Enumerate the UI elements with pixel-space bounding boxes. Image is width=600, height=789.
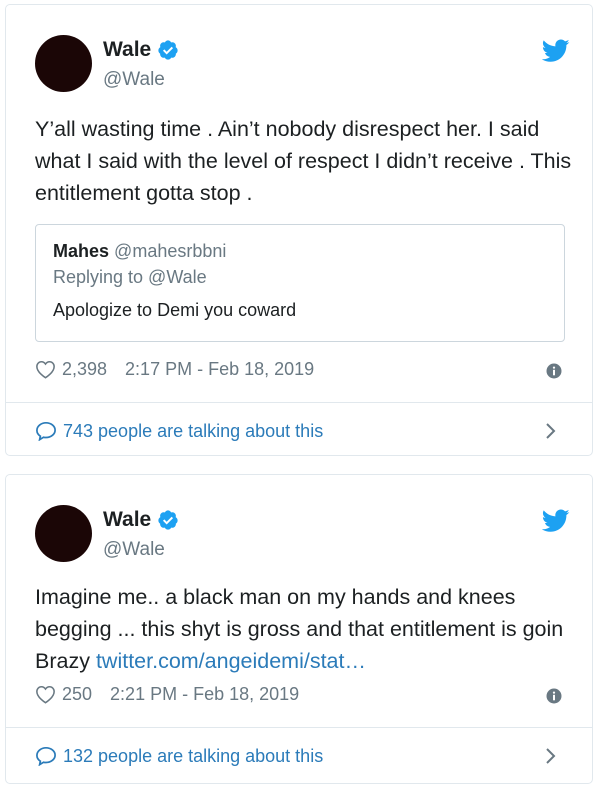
like-count[interactable]: 2,398 — [62, 359, 107, 380]
avatar[interactable] — [35, 35, 92, 92]
author-name-row: Wale — [103, 508, 179, 532]
twitter-bird-icon[interactable] — [542, 39, 570, 63]
speech-bubble-icon — [36, 746, 56, 766]
quoted-tweet[interactable]: Mahes @mahesrbbni Replying to @Wale Apol… — [35, 224, 565, 342]
quoted-author-name: Mahes — [53, 241, 110, 261]
heart-icon[interactable] — [35, 360, 56, 379]
chevron-right-icon — [546, 423, 556, 439]
quoted-replying-to: Replying to @Wale — [53, 267, 207, 287]
tweet-meta: 2,398 2:17 PM - Feb 18, 2019 — [35, 359, 314, 380]
chevron-right-icon — [546, 748, 556, 764]
tweet-link[interactable]: twitter.com/angeidemi/stat… — [96, 649, 366, 673]
conversation-link[interactable]: 132 people are talking about this — [6, 730, 592, 782]
info-icon[interactable] — [546, 688, 562, 704]
tweet-timestamp[interactable]: 2:17 PM - Feb 18, 2019 — [125, 359, 314, 380]
tweet-card[interactable]: Wale @Wale Y’all wasting time . Ain’t no… — [5, 4, 593, 456]
conversation-link[interactable]: 743 people are talking about this — [6, 405, 592, 457]
heart-icon[interactable] — [35, 685, 56, 704]
talking-count-text[interactable]: 132 people are talking about this — [63, 746, 323, 767]
info-icon[interactable] — [546, 363, 562, 379]
tweet-card[interactable]: Wale @Wale Imagine me.. a black man on m… — [5, 474, 593, 784]
author-display-name[interactable]: Wale — [103, 38, 151, 62]
quoted-author-handle: @mahesrbbni — [114, 241, 227, 261]
divider — [6, 402, 592, 403]
verified-badge-icon — [158, 40, 178, 60]
author-handle[interactable]: @Wale — [103, 539, 165, 561]
author-display-name[interactable]: Wale — [103, 508, 151, 532]
tweet-meta: 250 2:21 PM - Feb 18, 2019 — [35, 684, 299, 705]
author-handle[interactable]: @Wale — [103, 69, 165, 91]
author-name-row: Wale — [103, 38, 179, 62]
tweet-text: Imagine me.. a black man on my hands and… — [35, 581, 580, 677]
divider — [6, 727, 592, 728]
verified-badge-icon — [158, 510, 178, 530]
avatar[interactable] — [35, 505, 92, 562]
speech-bubble-icon — [36, 421, 56, 441]
twitter-bird-icon[interactable] — [542, 509, 570, 533]
quoted-author-line: Mahes @mahesrbbni — [53, 241, 226, 262]
tweet-timestamp[interactable]: 2:21 PM - Feb 18, 2019 — [110, 684, 299, 705]
quoted-tweet-text: Apologize to Demi you coward — [53, 300, 297, 320]
tweet-text: Y’all wasting time . Ain’t nobody disres… — [35, 117, 572, 205]
talking-count-text[interactable]: 743 people are talking about this — [63, 421, 323, 442]
like-count[interactable]: 250 — [62, 684, 92, 705]
